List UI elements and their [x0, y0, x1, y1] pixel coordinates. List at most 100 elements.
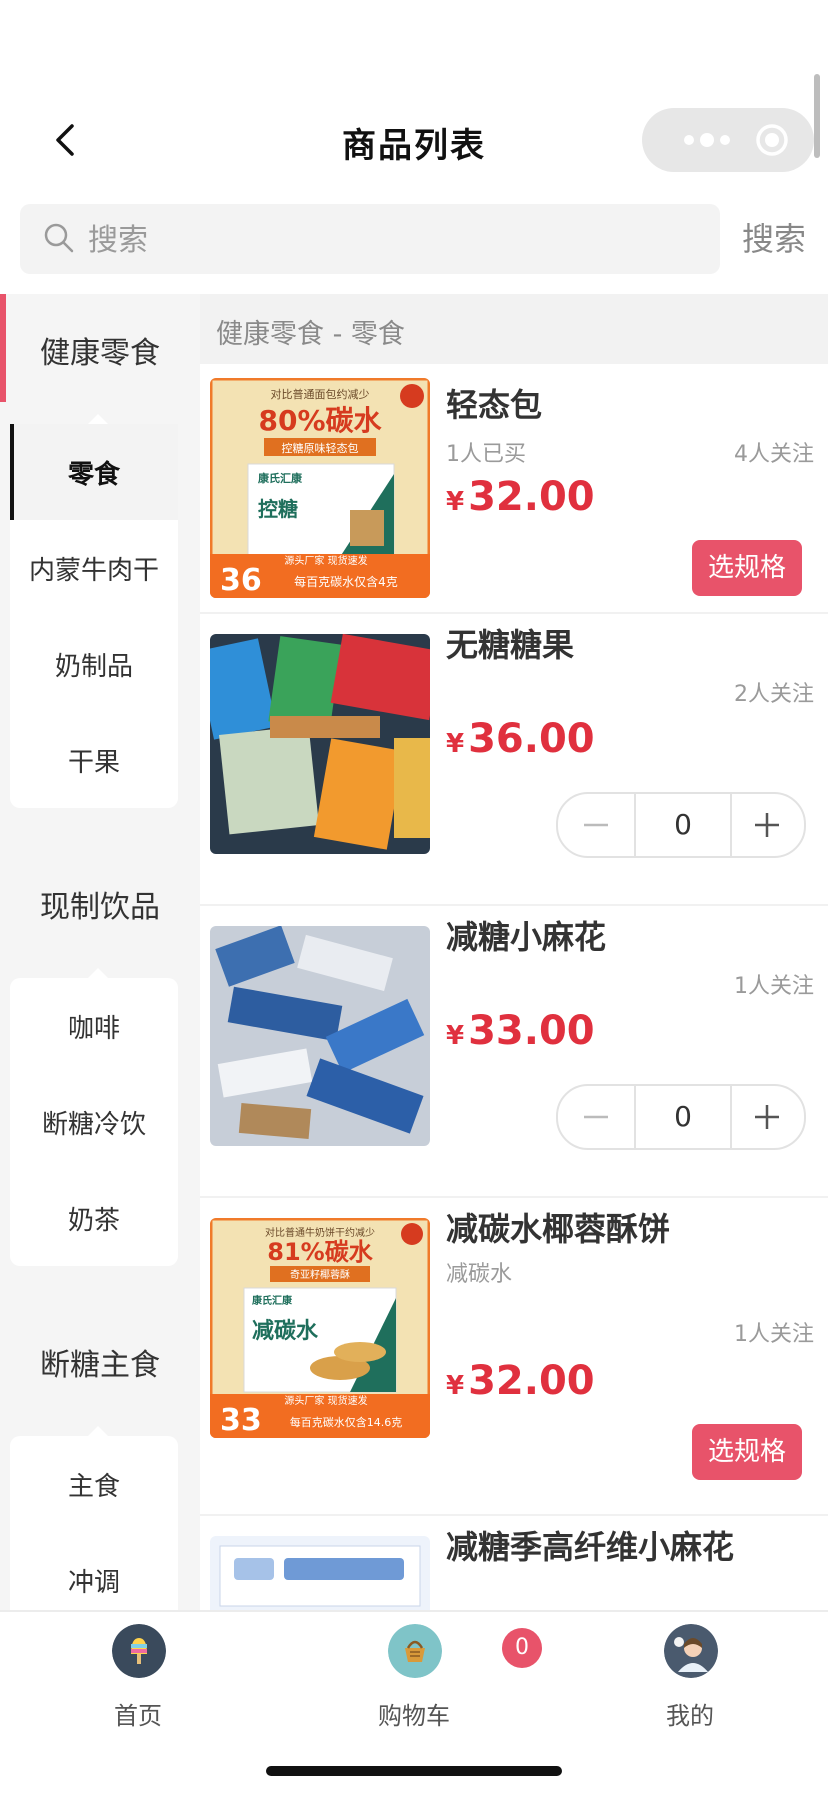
plus-icon: [755, 1105, 779, 1129]
buyers-count: 1人已买: [446, 442, 526, 467]
subcategory-cold-drinks[interactable]: 断糖冷饮: [10, 1074, 178, 1170]
product-card[interactable]: 对比普通面包约减少 80%碳水 控糖原味轻态包 康氏汇康 控糖 36 源头厂家 …: [200, 364, 828, 614]
product-name[interactable]: 减糖季高纤维小麻花: [446, 1522, 734, 1568]
product-card[interactable]: 减糖小麻花 1人关注 ¥33.00 0: [200, 904, 828, 1198]
tab-label: 购物车: [378, 1702, 450, 1730]
thumb-brand: 康氏汇康: [258, 471, 303, 485]
subcategory-label: 内蒙牛肉干: [28, 556, 159, 586]
subcategory-snacks[interactable]: 零食: [10, 424, 178, 520]
thumb-big-num: 36: [220, 563, 262, 598]
decrease-button[interactable]: [558, 1086, 634, 1148]
product-name[interactable]: 无糖糖果: [446, 620, 574, 666]
mini-program-capsule: [642, 108, 814, 172]
product-image[interactable]: [210, 926, 430, 1146]
user-avatar-icon: [664, 1624, 718, 1678]
list-section-header: 健康零食 - 零食: [200, 294, 828, 364]
thumb-top-text: 对比普通面包约减少: [271, 387, 370, 401]
product-image[interactable]: [210, 634, 430, 854]
cart-badge: 0: [502, 1628, 542, 1668]
product-image[interactable]: 对比普通面包约减少 80%碳水 控糖原味轻态包 康氏汇康 控糖 36 源头厂家 …: [210, 378, 430, 598]
subcategory-coffee[interactable]: 咖啡: [10, 978, 178, 1074]
subcategory-panel: 咖啡 断糖冷饮 奶茶: [10, 968, 178, 1266]
thumb-bottom-text: 每百克碳水仅含14.6克: [290, 1415, 403, 1429]
subcategory-label: 咖啡: [67, 1014, 120, 1044]
product-subtitle: 减碳水: [446, 1262, 513, 1287]
subcategory-instant-drinks[interactable]: 冲调: [10, 1532, 178, 1610]
quantity-value[interactable]: 0: [634, 794, 732, 856]
product-card[interactable]: 无糖糖果 2人关注 ¥36.00 0: [200, 612, 828, 906]
select-spec-button[interactable]: 选规格: [692, 1424, 802, 1480]
search-bar: [20, 204, 720, 276]
subcategory-panel: 零食 内蒙牛肉干 奶制品 干果: [10, 414, 178, 808]
thumb-brand: 康氏汇康: [252, 1294, 293, 1307]
minus-icon: [584, 1115, 608, 1119]
thumb-side-text: 源头厂家 现货速发: [284, 554, 367, 567]
product-image[interactable]: [210, 1536, 430, 1610]
category-staple-food[interactable]: 断糖主食: [0, 1306, 200, 1414]
thumb-product: 控糖: [258, 497, 298, 521]
subcategory-label: 断糖冷饮: [41, 1110, 146, 1140]
followers-count: 1人关注: [734, 974, 814, 999]
currency-symbol: ¥: [446, 729, 465, 759]
tab-label: 首页: [114, 1702, 162, 1730]
search-input[interactable]: [86, 204, 710, 276]
subcategory-label: 干果: [67, 748, 120, 778]
subcategory-nuts[interactable]: 干果: [10, 712, 178, 808]
product-image[interactable]: 对比普通牛奶饼干约减少 81%碳水 奇亚籽椰蓉酥 康氏汇康 减碳水 33 源头厂…: [210, 1218, 430, 1438]
quantity-stepper: 0: [556, 1084, 806, 1150]
product-image-graphic: [210, 634, 430, 854]
subcategory-beef-jerky[interactable]: 内蒙牛肉干: [10, 520, 178, 616]
thumb-headline: 80%碳水: [258, 404, 382, 437]
product-price: ¥32.00: [446, 474, 595, 520]
product-name[interactable]: 减糖小麻花: [446, 912, 606, 958]
subcategory-milk-tea[interactable]: 奶茶: [10, 1170, 178, 1266]
tab-cart[interactable]: 购物车: [334, 1624, 494, 1734]
price-value: 36.00: [468, 716, 595, 762]
product-image-graphic: [210, 1536, 430, 1610]
increase-button[interactable]: [730, 1086, 804, 1148]
subcategory-label: 主食: [67, 1472, 120, 1502]
quantity-value[interactable]: 0: [634, 1086, 732, 1148]
category-label: 健康零食: [40, 336, 160, 371]
nav-header: 商品列表: [0, 0, 828, 200]
thumb-banner: 奇亚籽椰蓉酥: [290, 1268, 350, 1281]
subcategory-panel: 主食 冲调: [10, 1426, 178, 1610]
followers-count: 4人关注: [734, 442, 814, 467]
price-value: 33.00: [468, 1008, 595, 1054]
select-spec-button[interactable]: 选规格: [692, 540, 802, 596]
thumb-product: 减碳水: [252, 1318, 319, 1344]
quantity-stepper: 0: [556, 792, 806, 858]
home-indicator: [266, 1766, 562, 1776]
close-capsule-icon[interactable]: [754, 122, 790, 158]
followers-count: 1人关注: [734, 1322, 814, 1347]
subcategory-label: 冲调: [67, 1568, 120, 1598]
category-healthy-snacks[interactable]: 健康零食: [0, 294, 200, 402]
product-name[interactable]: 减碳水椰蓉酥饼: [446, 1204, 670, 1250]
followers-count: 2人关注: [734, 682, 814, 707]
more-icon[interactable]: [682, 130, 732, 150]
search-button[interactable]: 搜索: [742, 214, 806, 260]
scroll-indicator: [814, 74, 820, 158]
tab-home[interactable]: 首页: [58, 1624, 218, 1734]
tab-mine[interactable]: 我的: [610, 1624, 770, 1734]
subcategory-dairy[interactable]: 奶制品: [10, 616, 178, 712]
product-image-graphic: 对比普通牛奶饼干约减少 81%碳水 奇亚籽椰蓉酥 康氏汇康 减碳水 33 源头厂…: [210, 1218, 430, 1438]
category-fresh-drinks[interactable]: 现制饮品: [0, 848, 200, 956]
product-card[interactable]: 减糖季高纤维小麻花: [200, 1514, 828, 1610]
price-value: 32.00: [468, 474, 595, 520]
category-label: 现制饮品: [40, 890, 160, 925]
subcategory-staple[interactable]: 主食: [10, 1436, 178, 1532]
product-image-graphic: 对比普通面包约减少 80%碳水 控糖原味轻态包 康氏汇康 控糖 36 源头厂家 …: [210, 378, 430, 598]
subcategory-label: 奶制品: [54, 652, 133, 682]
thumb-banner: 控糖原味轻态包: [282, 441, 359, 455]
thumb-side-text: 源头厂家 现货速发: [284, 1394, 367, 1407]
section-title: 健康零食 - 零食: [216, 319, 405, 350]
product-name[interactable]: 轻态包: [446, 380, 542, 426]
product-price: ¥32.00: [446, 1358, 595, 1404]
product-card[interactable]: 对比普通牛奶饼干约减少 81%碳水 奇亚籽椰蓉酥 康氏汇康 减碳水 33 源头厂…: [200, 1196, 828, 1516]
thumb-bottom-text: 每百克碳水仅含4克: [294, 574, 398, 589]
currency-symbol: ¥: [446, 487, 465, 517]
thumb-big-num: 33: [220, 1403, 262, 1438]
increase-button[interactable]: [730, 794, 804, 856]
decrease-button[interactable]: [558, 794, 634, 856]
